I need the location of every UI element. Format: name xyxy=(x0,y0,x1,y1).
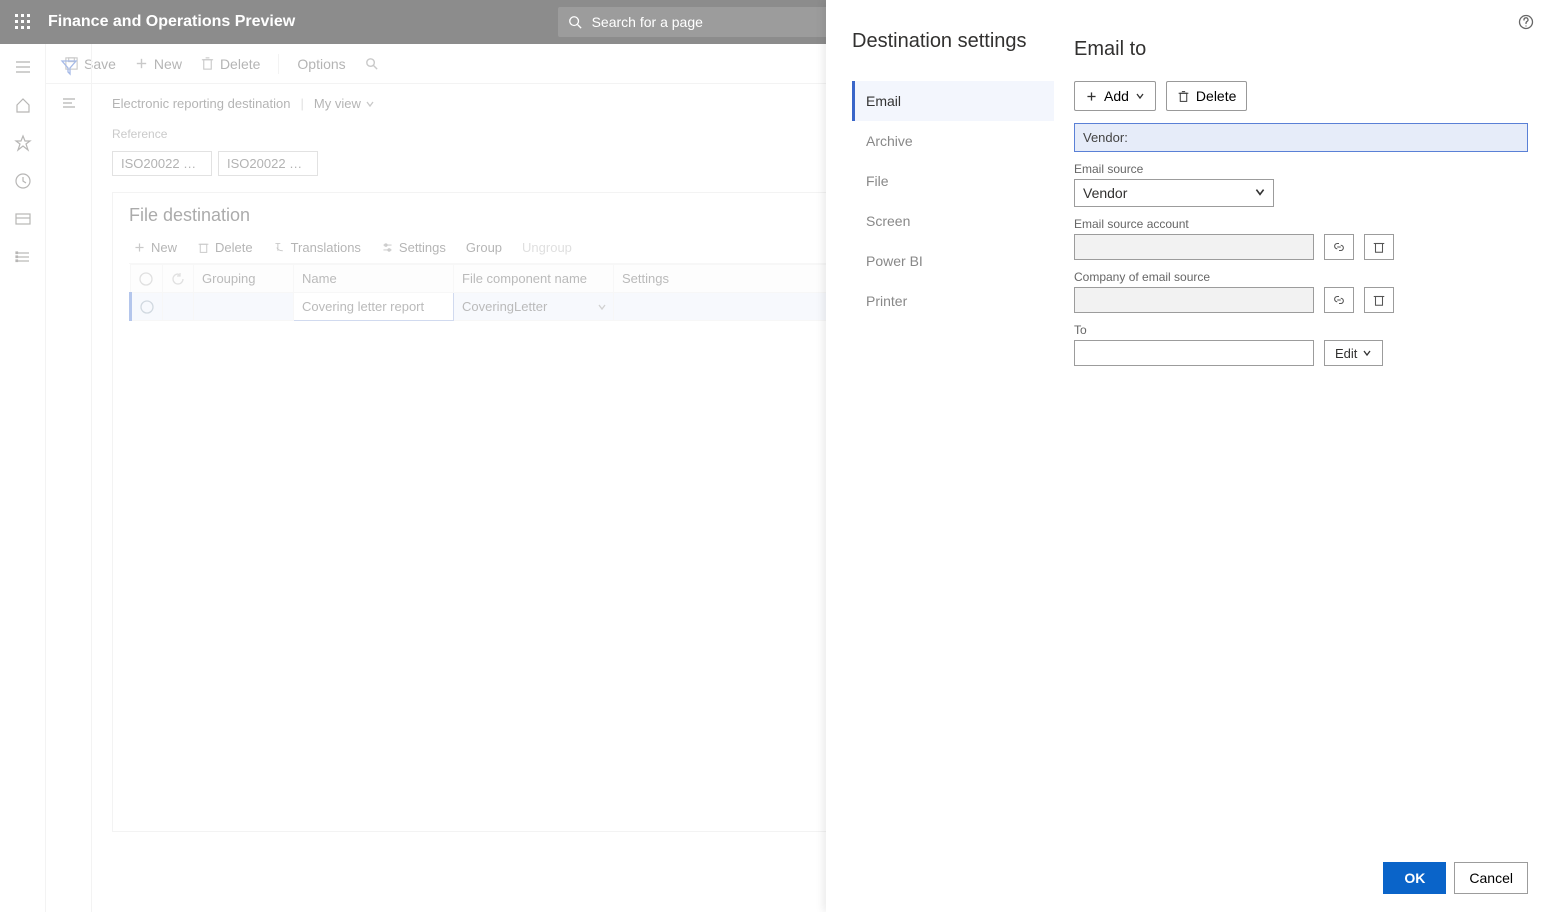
col-component[interactable]: File component name xyxy=(454,265,614,293)
workspace-icon[interactable] xyxy=(14,210,32,228)
cell-component[interactable]: CoveringLetter xyxy=(454,293,614,321)
left-rail-primary xyxy=(0,44,46,912)
label: Ungroup xyxy=(522,240,572,255)
add-button[interactable]: Add xyxy=(1074,81,1156,111)
grid-group-button[interactable]: Group xyxy=(466,240,502,255)
home-icon[interactable] xyxy=(14,96,32,114)
grid-delete-button[interactable]: Delete xyxy=(197,240,253,255)
cell-value: CoveringLetter xyxy=(462,299,547,314)
email-source-account-input[interactable] xyxy=(1074,234,1314,260)
dest-nav-archive[interactable]: Archive xyxy=(852,121,1054,161)
dest-nav-file[interactable]: File xyxy=(852,161,1054,201)
email-source-select[interactable]: Vendor xyxy=(1074,179,1274,207)
new-label: New xyxy=(154,56,182,72)
panel-title: Destination settings xyxy=(852,30,1054,53)
reference-pill[interactable]: ISO20022 Cre… xyxy=(218,151,318,176)
label: New xyxy=(151,240,177,255)
email-to-panel: Email to Add Delete Vendor: Email source… xyxy=(1054,0,1548,912)
delete-icon-button[interactable] xyxy=(1364,234,1394,260)
company-label: Company of email source xyxy=(1074,270,1528,284)
destination-settings-panel: Destination settings Email Archive File … xyxy=(826,0,1548,912)
options-button[interactable]: Options xyxy=(297,56,345,72)
email-source-account-label: Email source account xyxy=(1074,217,1528,231)
search-icon xyxy=(568,15,582,29)
view-selector[interactable]: My view xyxy=(314,96,375,111)
label: Delete xyxy=(215,240,253,255)
col-grouping[interactable]: Grouping xyxy=(194,265,294,293)
new-button[interactable]: New xyxy=(134,56,182,72)
select-value: Vendor xyxy=(1074,179,1274,207)
clock-icon[interactable] xyxy=(14,172,32,190)
collapse-icon[interactable] xyxy=(60,94,78,112)
email-to-title: Email to xyxy=(1074,38,1528,61)
view-label: My view xyxy=(314,96,361,111)
delete-button[interactable]: Delete xyxy=(200,56,260,72)
dest-nav-printer[interactable]: Printer xyxy=(852,281,1054,321)
cell-name[interactable]: Covering letter report xyxy=(294,293,454,321)
left-rail-secondary xyxy=(46,44,92,912)
delete-label: Delete xyxy=(220,56,260,72)
to-label: To xyxy=(1074,323,1528,337)
to-input[interactable] xyxy=(1074,340,1314,366)
cancel-button[interactable]: Cancel xyxy=(1454,862,1528,894)
select-all-checkbox[interactable] xyxy=(139,272,154,286)
company-input[interactable] xyxy=(1074,287,1314,313)
filter-icon[interactable] xyxy=(60,58,78,76)
grid-ungroup-button: Ungroup xyxy=(522,240,572,255)
find-button[interactable] xyxy=(364,56,379,71)
dest-nav-screen[interactable]: Screen xyxy=(852,201,1054,241)
refresh-icon[interactable] xyxy=(171,272,185,286)
delete-icon-button[interactable] xyxy=(1364,287,1394,313)
cell-grouping[interactable] xyxy=(194,293,294,321)
link-button[interactable] xyxy=(1324,234,1354,260)
grid-translations-button[interactable]: Translations xyxy=(273,240,361,255)
chevron-down-icon xyxy=(597,302,607,312)
label: Group xyxy=(466,240,502,255)
separator xyxy=(278,54,279,74)
modules-icon[interactable] xyxy=(14,248,32,266)
label: Settings xyxy=(399,240,446,255)
email-source-label: Email source xyxy=(1074,162,1528,176)
grid-settings-button[interactable]: Settings xyxy=(381,240,446,255)
hamburger-icon[interactable] xyxy=(14,58,32,76)
row-checkbox[interactable] xyxy=(140,300,154,314)
app-title: Finance and Operations Preview xyxy=(48,13,295,31)
selected-source-display[interactable]: Vendor: xyxy=(1074,123,1528,152)
destination-nav: Destination settings Email Archive File … xyxy=(826,0,1054,912)
dest-nav-email[interactable]: Email xyxy=(852,81,1054,121)
delete-label: Delete xyxy=(1196,88,1236,104)
edit-button[interactable]: Edit xyxy=(1324,340,1383,366)
delete-button[interactable]: Delete xyxy=(1166,81,1247,111)
label: Translations xyxy=(291,240,361,255)
separator: | xyxy=(301,96,304,111)
waffle-icon[interactable] xyxy=(8,14,38,30)
edit-label: Edit xyxy=(1335,346,1357,361)
link-button[interactable] xyxy=(1324,287,1354,313)
page-title: Electronic reporting destination xyxy=(112,96,291,111)
star-icon[interactable] xyxy=(14,134,32,152)
help-icon[interactable] xyxy=(1518,14,1534,30)
grid-new-button[interactable]: New xyxy=(133,240,177,255)
reference-pill[interactable]: ISO20022 Cre… xyxy=(112,151,212,176)
dest-nav-powerbi[interactable]: Power BI xyxy=(852,241,1054,281)
chevron-down-icon xyxy=(1254,186,1266,198)
ok-button[interactable]: OK xyxy=(1383,862,1446,894)
col-name[interactable]: Name xyxy=(294,265,454,293)
options-label: Options xyxy=(297,56,345,72)
add-label: Add xyxy=(1104,88,1129,104)
dialog-footer: OK Cancel xyxy=(1074,848,1528,894)
